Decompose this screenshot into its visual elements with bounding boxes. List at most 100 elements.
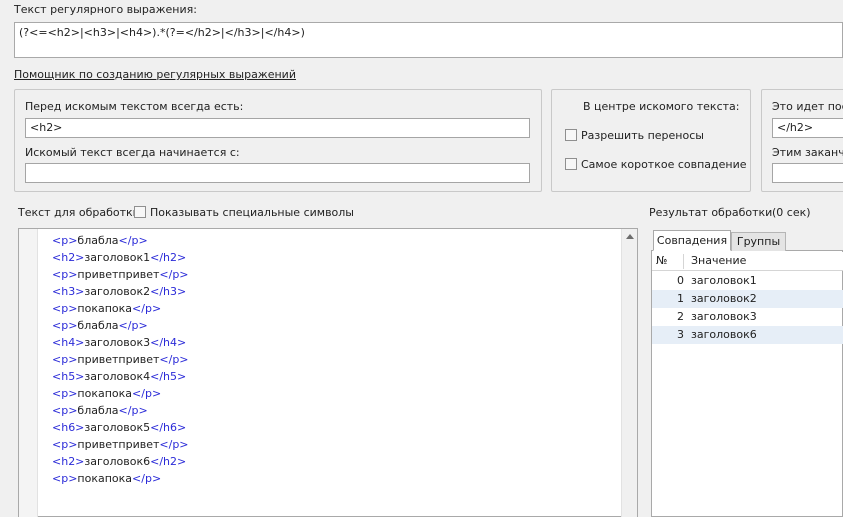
regex-value: (?<=<h2>|<h3>|<h4>).*(?=</h2>|</h3>|</h4… (19, 26, 305, 39)
line-text: заголовок3 (84, 336, 151, 349)
line-text: приветпривет (77, 438, 160, 451)
result-row[interactable]: 3 заголовок6 (652, 326, 843, 344)
tag-open: <p> (52, 438, 78, 451)
line-text: приветпривет (77, 268, 160, 281)
result-index: 1 (677, 292, 684, 305)
line-text: заголовок6 (84, 455, 151, 468)
tag-open: <h5> (52, 370, 85, 383)
tag-open: <p> (52, 319, 78, 332)
result-index: 2 (677, 310, 684, 323)
source-line: <h5>заголовок4</h5> (52, 368, 186, 385)
tag-close: </h5> (150, 370, 187, 383)
result-row[interactable]: 1 заголовок2 (652, 290, 843, 308)
col-value-header[interactable]: Значение (691, 254, 746, 267)
tag-close: </h4> (150, 336, 187, 349)
source-line: <p>блабла</p> (52, 402, 148, 419)
line-text: заголовок4 (84, 370, 151, 383)
ends-label: Этим заканчи (772, 146, 843, 159)
result-row[interactable]: 2 заголовок3 (652, 308, 843, 326)
line-text: покапока (77, 472, 133, 485)
tag-close: </p> (159, 353, 189, 366)
line-text: приветпривет (77, 353, 160, 366)
source-line: <h2>заголовок6</h2> (52, 453, 186, 470)
allow-wrap-checkbox[interactable] (565, 129, 577, 141)
tab-groups[interactable]: Группы (731, 232, 786, 251)
after-label: Это идет посл (772, 100, 843, 113)
ends-input[interactable] (772, 163, 843, 183)
line-text: заголовок1 (84, 251, 151, 264)
source-line: <p>приветпривет</p> (52, 436, 189, 453)
tag-open: <h6> (52, 421, 85, 434)
starts-input[interactable] (25, 163, 530, 183)
editor-gutter (19, 229, 37, 517)
source-line: <p>покапока</p> (52, 300, 161, 317)
source-line: <h6>заголовок5</h6> (52, 419, 186, 436)
result-value: заголовок6 (691, 328, 757, 341)
result-index: 0 (677, 274, 684, 287)
result-value: заголовок3 (691, 310, 757, 323)
tag-open: <h2> (52, 251, 85, 264)
source-line: <h2>заголовок1</h2> (52, 249, 186, 266)
allow-wrap-label[interactable]: Разрешить переносы (581, 129, 704, 142)
tag-open: <h3> (52, 285, 85, 298)
before-input[interactable]: <h2> (25, 118, 530, 138)
col-divider (683, 254, 684, 269)
result-label: Результат обработки (649, 206, 773, 219)
tag-close: </p> (159, 268, 189, 281)
results-header: № Значение (652, 252, 843, 271)
result-value: заголовок2 (691, 292, 757, 305)
regex-input[interactable]: (?<=<h2>|<h3>|<h4>).*(?=</h2>|</h3>|</h4… (14, 22, 843, 58)
tag-close: </h2> (150, 455, 187, 468)
tag-close: </h6> (150, 421, 187, 434)
result-value: заголовок1 (691, 274, 757, 287)
tag-close: </p> (132, 472, 162, 485)
tag-open: <p> (52, 302, 78, 315)
col-number-header[interactable]: № (656, 254, 667, 267)
before-label: Перед искомым текстом всегда есть: (25, 100, 244, 113)
tag-open: <p> (52, 472, 78, 485)
tag-close: </p> (132, 302, 162, 315)
source-line: <h3>заголовок2</h3> (52, 283, 186, 300)
tag-close: </p> (118, 319, 148, 332)
tag-close: </h3> (150, 285, 187, 298)
result-index: 3 (677, 328, 684, 341)
line-text: блабла (77, 234, 119, 247)
source-line: <p>блабла</p> (52, 317, 148, 334)
tag-close: </p> (132, 387, 162, 400)
tag-open: <p> (52, 268, 78, 281)
shortest-match-label[interactable]: Самое короткое совпадение (581, 158, 747, 171)
source-label: Текст для обработки (18, 206, 140, 219)
result-time: (0 сек) (772, 206, 811, 219)
line-text: блабла (77, 404, 119, 417)
tag-open: <p> (52, 234, 78, 247)
source-line: <h4>заголовок3</h4> (52, 334, 186, 351)
tag-close: </h2> (150, 251, 187, 264)
line-text: покапока (77, 302, 133, 315)
editor-gutter-divider (37, 229, 38, 517)
tag-close: </p> (118, 234, 148, 247)
source-line: <p>приветпривет</p> (52, 351, 189, 368)
tag-open: <h4> (52, 336, 85, 349)
show-special-checkbox[interactable] (134, 206, 146, 218)
starts-label: Искомый текст всегда начинается с: (25, 146, 240, 159)
result-row[interactable]: 0 заголовок1 (652, 272, 843, 290)
source-line: <p>блабла</p> (52, 232, 148, 249)
show-special-label[interactable]: Показывать специальные символы (150, 206, 354, 219)
source-line: <p>покапока</p> (52, 385, 161, 402)
line-text: заголовок5 (84, 421, 151, 434)
line-text: покапока (77, 387, 133, 400)
center-label: В центре искомого текста: (583, 100, 740, 113)
regex-label: Текст регулярного выражения: (14, 3, 197, 16)
triangle-up-icon[interactable] (626, 234, 634, 239)
line-text: заголовок2 (84, 285, 151, 298)
after-value: </h2> (777, 121, 814, 134)
shortest-match-checkbox[interactable] (565, 158, 577, 170)
tag-open: <p> (52, 387, 78, 400)
after-input[interactable]: </h2> (772, 118, 843, 138)
tag-open: <p> (52, 404, 78, 417)
editor-scrollbar[interactable] (621, 229, 637, 517)
tab-matches[interactable]: Совпадения (653, 230, 731, 251)
line-text: блабла (77, 319, 119, 332)
source-line: <p>покапока</p> (52, 470, 161, 487)
regex-helper-link[interactable]: Помощник по созданию регулярных выражени… (14, 68, 296, 81)
